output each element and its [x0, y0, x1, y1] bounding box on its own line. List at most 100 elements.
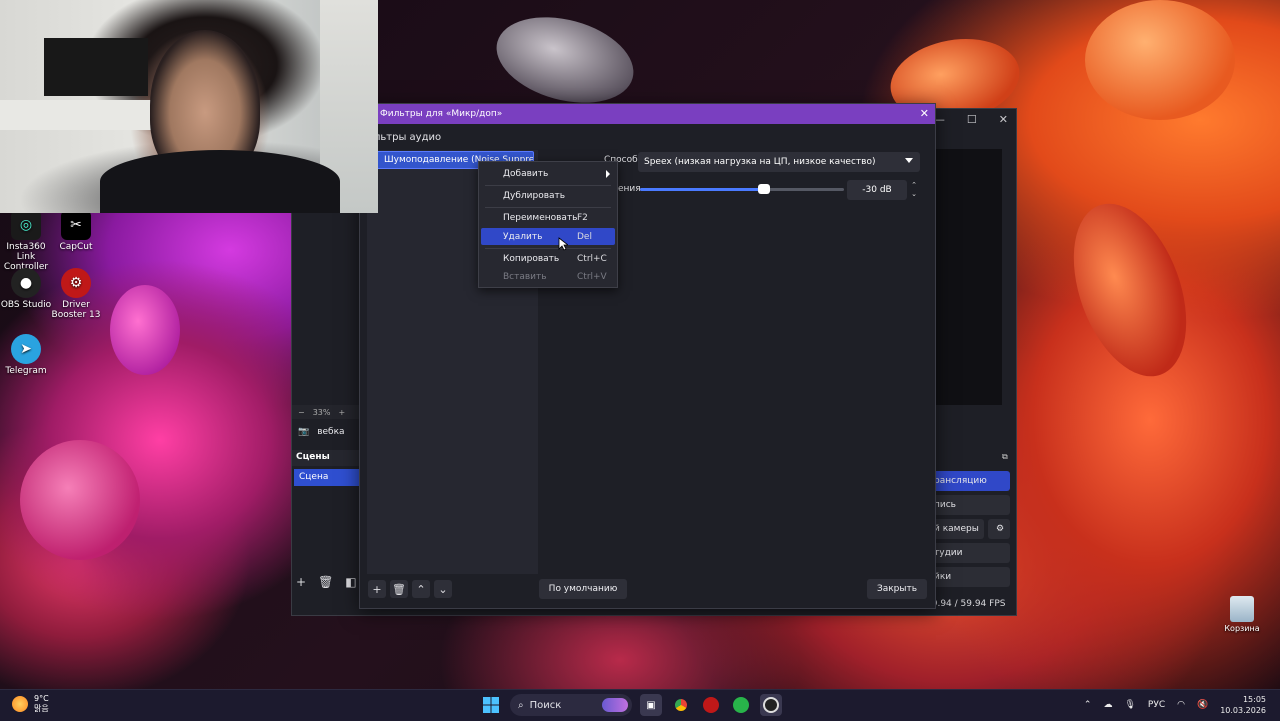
- menu-item-label: Копировать: [503, 253, 560, 264]
- recycle-bin-icon: [1230, 596, 1254, 622]
- scenes-header: Сцены: [292, 450, 360, 466]
- desktop-icon-driver-booster[interactable]: ⚙ Driver Booster 13: [50, 268, 102, 320]
- system-tray: ⌃ ☁ 🎙 РУС ◠ 🔇 15:05 10.03.2026: [1084, 694, 1266, 716]
- app-green-icon[interactable]: [730, 694, 752, 716]
- scene-list-item[interactable]: Сцена: [294, 469, 360, 486]
- search-highlight-icon: [602, 698, 628, 712]
- microphone-icon[interactable]: 🎙: [1124, 700, 1135, 710]
- suppression-level-slider[interactable]: [640, 184, 844, 194]
- taskbar-search[interactable]: ⌕ Поиск: [510, 694, 632, 716]
- menu-divider: [485, 185, 611, 186]
- search-label: Поиск: [529, 699, 562, 711]
- start-streaming-button[interactable]: рансляцию: [932, 471, 1010, 491]
- menu-item-duplicate[interactable]: Дублировать: [481, 187, 615, 204]
- obs-preview: [932, 149, 1002, 405]
- zoom-out-button[interactable]: −: [298, 408, 305, 417]
- desktop-icon-capcut[interactable]: ✂ CapCut: [50, 210, 102, 252]
- zoom-controls: − 33% +: [292, 405, 366, 419]
- clock[interactable]: 15:05 10.03.2026: [1220, 694, 1266, 716]
- webcam-background: [0, 100, 160, 130]
- gear-icon[interactable]: ⚙: [988, 519, 1010, 539]
- wallpaper-blob: [1052, 188, 1208, 392]
- dock-float-icon[interactable]: ⧉: [1002, 452, 1008, 462]
- wifi-icon[interactable]: ◠: [1177, 700, 1185, 710]
- weather-sun-icon: [12, 696, 28, 712]
- chevron-up-icon[interactable]: ⌃: [911, 181, 917, 190]
- desktop-icon-label: Telegram: [5, 366, 47, 376]
- close-icon[interactable]: ✕: [920, 107, 929, 120]
- obs-taskbar-icon[interactable]: [760, 694, 782, 716]
- add-icon[interactable]: +: [296, 575, 306, 589]
- method-select-value: Speex (низкая нагрузка на ЦП, низкое кач…: [644, 157, 876, 167]
- desktop-icon-label: Корзина: [1224, 624, 1260, 633]
- mouse-cursor-icon: [558, 237, 568, 251]
- method-select[interactable]: Speex (низкая нагрузка на ЦП, низкое кач…: [638, 152, 920, 172]
- chevron-down-icon: [905, 158, 913, 163]
- source-label: вебка: [317, 427, 345, 437]
- filter-toolbar: + 🗑 ⌃ ⌄: [368, 580, 452, 598]
- slider-handle[interactable]: [758, 184, 770, 194]
- zoom-level: 33%: [312, 407, 331, 417]
- close-icon[interactable]: ✕: [999, 113, 1008, 126]
- menu-item-label: Дублировать: [503, 190, 566, 201]
- menu-item-paste[interactable]: Вставить Ctrl+V: [481, 268, 615, 285]
- task-view-icon[interactable]: ▣: [640, 694, 662, 716]
- fps-readout: 59.94 / 59.94 FPS: [926, 599, 1006, 609]
- capcut-icon: ✂: [61, 210, 91, 240]
- maximize-icon[interactable]: ☐: [967, 113, 977, 126]
- filter-icon[interactable]: ◧: [345, 575, 356, 589]
- menu-item-copy[interactable]: Копировать Ctrl+C: [481, 250, 615, 267]
- clock-time: 15:05: [1242, 695, 1266, 704]
- menu-item-add[interactable]: Добавить: [481, 165, 615, 182]
- menu-item-delete[interactable]: Удалить Del: [481, 228, 615, 245]
- menu-item-label: Вставить: [503, 271, 547, 282]
- add-filter-button[interactable]: +: [368, 580, 386, 598]
- chrome-icon[interactable]: [670, 694, 692, 716]
- menu-item-rename[interactable]: Переименовать F2: [481, 209, 615, 226]
- wallpaper-blob: [487, 3, 643, 117]
- studio-mode-button[interactable]: тудии: [932, 543, 1010, 563]
- desktop-icon-telegram[interactable]: ➤ Telegram: [0, 334, 52, 376]
- weather-desc: 맑음: [34, 704, 49, 713]
- spinbox-arrows[interactable]: ⌃ ⌄: [908, 180, 920, 200]
- driver-booster-taskbar-icon[interactable]: [700, 694, 722, 716]
- chevron-up-icon[interactable]: ⌃: [1084, 700, 1092, 710]
- chevron-right-icon: [606, 170, 610, 178]
- start-recording-button[interactable]: пись: [932, 495, 1010, 515]
- settings-button[interactable]: йки: [932, 567, 1010, 587]
- level-spinbox[interactable]: -30 dB: [847, 180, 907, 200]
- source-item[interactable]: 📷 вебка: [298, 427, 345, 437]
- obs-icon: ●: [11, 268, 41, 298]
- insta360-icon: ◎: [11, 210, 41, 240]
- language-indicator[interactable]: РУС: [1148, 700, 1165, 710]
- webcam-background: [44, 38, 148, 96]
- windows-start-icon[interactable]: [480, 694, 502, 716]
- virtual-camera-button[interactable]: й камеры: [932, 519, 984, 539]
- trash-icon[interactable]: 🗑: [390, 580, 408, 598]
- search-icon: ⌕: [518, 699, 524, 711]
- move-up-icon[interactable]: ⌃: [412, 580, 430, 598]
- desktop-icon-label: Driver Booster 13: [51, 300, 101, 320]
- menu-item-shortcut: Del: [577, 231, 592, 242]
- weather-temp: 9°C: [34, 694, 49, 703]
- desktop-icon-label: OBS Studio: [0, 300, 52, 310]
- desktop-icon-obs[interactable]: ● OBS Studio: [0, 268, 52, 310]
- close-button[interactable]: Закрыть: [867, 579, 927, 599]
- wallpaper-blob: [20, 440, 140, 560]
- cloud-icon[interactable]: ☁: [1103, 700, 1112, 710]
- speaker-muted-icon[interactable]: 🔇: [1197, 700, 1208, 710]
- weather-widget[interactable]: 9°C 맑음: [12, 694, 49, 714]
- driver-booster-icon: ⚙: [61, 268, 91, 298]
- scenes-toolbar: + 🗑 ◧: [296, 575, 357, 589]
- move-down-icon[interactable]: ⌄: [434, 580, 452, 598]
- zoom-in-button[interactable]: +: [338, 408, 345, 417]
- taskbar: 9°C 맑음 ⌕ Поиск ▣ ⌃ ☁ 🎙 РУС ◠ 🔇 15:05 10.…: [0, 689, 1280, 721]
- clock-date: 10.03.2026: [1220, 706, 1266, 715]
- desktop-icon-recycle-bin[interactable]: Корзина: [1224, 596, 1260, 633]
- desktop-icon-insta360[interactable]: ◎ Insta360 Link Controller: [0, 210, 52, 272]
- defaults-button[interactable]: По умолчанию: [539, 579, 627, 599]
- webcam-overlay: [0, 0, 378, 213]
- dialog-titlebar[interactable]: Фильтры для «Микр/доп» ✕: [360, 104, 935, 124]
- chevron-down-icon[interactable]: ⌄: [911, 190, 917, 199]
- trash-icon[interactable]: 🗑: [318, 575, 333, 589]
